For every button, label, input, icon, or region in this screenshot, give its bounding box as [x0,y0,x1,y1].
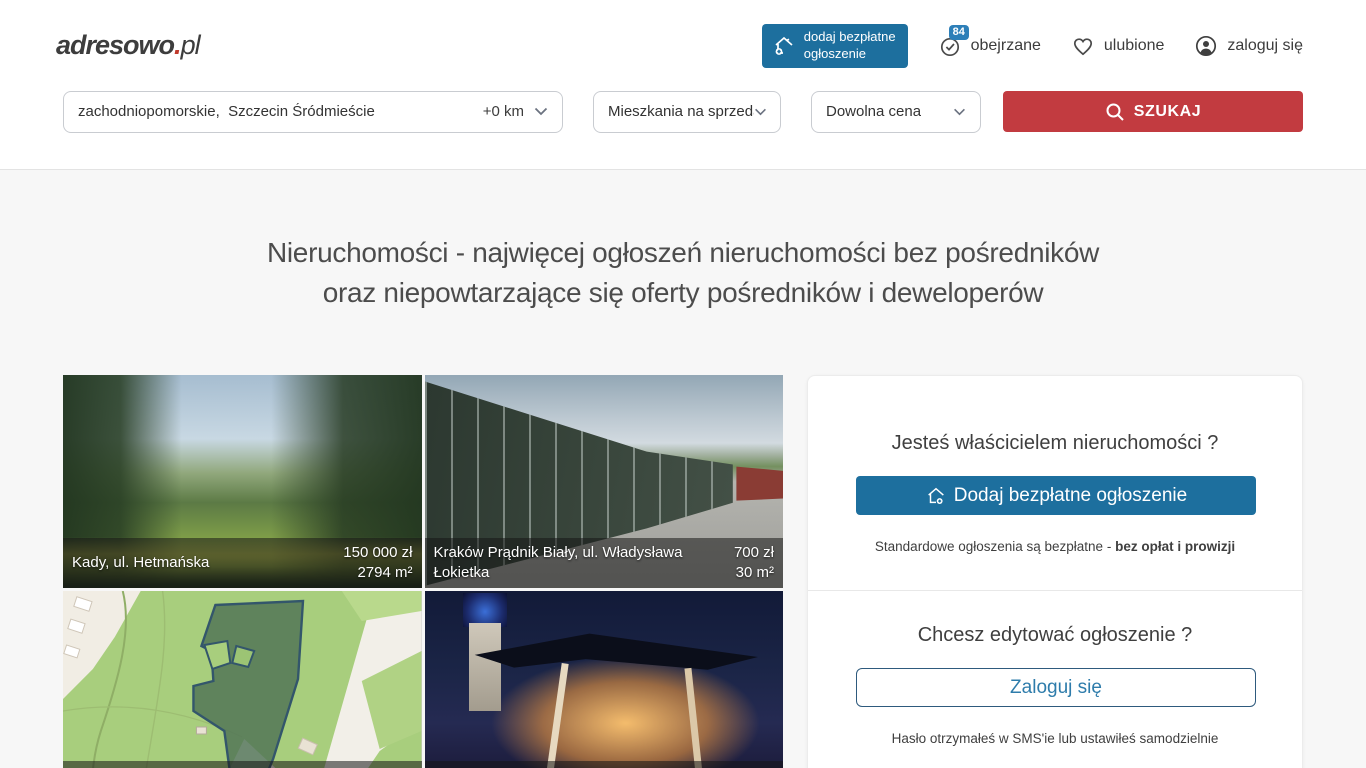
category-select[interactable]: Mieszkania na sprzeda [593,91,781,133]
listing-caption: Kady, ul. Hetmańska 150 000 zł 2794 m² [63,538,422,588]
add-free-listing-label: Dodaj bezpłatne ogłoszenie [954,485,1187,507]
owner-heading: Jesteś właścicielem nieruchomości ? [856,432,1254,455]
gazebo-lantern [463,593,507,627]
chevron-down-icon [754,108,766,116]
radius-value: +0 km [483,103,524,120]
content-row: Kady, ul. Hetmańska 150 000 zł 2794 m² K… [63,375,1303,768]
login-label: zaloguj się [1227,37,1303,55]
listing-price-area: 700 zł 30 m² [734,543,774,583]
search-icon [1105,102,1125,122]
owner-panel: Jesteś właścicielem nieruchomości ? Doda… [807,375,1303,768]
gazebo-post [546,663,568,768]
gazebo-post [684,668,702,768]
check-circle-icon: 84 [938,34,962,58]
add-free-listing-button[interactable]: Dodaj bezpłatne ogłoszenie [856,476,1256,515]
viewed-link[interactable]: 84 obejrzane [938,34,1041,58]
page-title-line2: oraz niepowtarzające się oferty pośredni… [0,273,1366,313]
favorites-label: ulubione [1104,37,1165,55]
add-listing-button[interactable]: dodaj bezpłatneogłoszenie [762,24,908,68]
chevron-down-icon [953,108,966,116]
listing-title: Kraków Prądnik Biały, ul. Władysława Łok… [434,543,734,583]
search-button[interactable]: SZUKAJ [1003,91,1303,132]
login-button-label: Zaloguj się [1010,677,1102,699]
edit-note: Hasło otrzymałeś w SMS'ie lub ustawiłeś … [856,731,1254,746]
listing-caption: Jurata, ul. ks. Hieronima 380 000 zł [425,761,784,768]
owner-section: Jesteś właścicielem nieruchomości ? Doda… [808,376,1302,554]
login-link[interactable]: zaloguj się [1194,34,1303,58]
listing-map [63,591,422,768]
price-value: Dowolna cena [826,103,921,120]
listing-card[interactable]: Kady, ul. Hetmańska 150 000 zł 2794 m² [63,375,422,588]
house-plus-icon [772,34,796,58]
user-icon [1194,34,1218,58]
login-button[interactable]: Zaloguj się [856,668,1256,707]
page-title-line1: Nieruchomości - najwięcej ogłoszeń nieru… [0,233,1366,273]
logo-tld: pl [181,30,200,60]
header-actions: dodaj bezpłatneogłoszenie 84 obejrzane [762,24,1303,68]
page-title: Nieruchomości - najwięcej ogłoszeń nieru… [0,233,1366,313]
location-value: zachodniopomorskie, Szczecin Śródmieście [78,103,483,120]
header-top-row: adresowo.pl dodaj bezpłatneogłoszenie [0,0,1366,68]
listing-price: 700 zł [734,543,774,563]
chevron-down-icon[interactable] [534,107,548,116]
viewed-count-badge: 84 [949,25,969,40]
favorites-link[interactable]: ulubione [1071,34,1165,58]
listing-card[interactable]: Nowe Jastrzębka 300 000 zł [63,591,422,768]
house-plus-icon [925,485,947,507]
viewed-label: obejrzane [971,37,1041,55]
category-value: Mieszkania na sprzeda [608,103,754,120]
owner-note: Standardowe ogłoszenia są bezpłatne - be… [856,539,1254,554]
edit-section: Chcesz edytować ogłoszenie ? Zaloguj się… [808,591,1302,746]
search-bar: zachodniopomorskie, Szczecin Śródmieście… [0,68,1366,133]
listing-area: 2794 m² [343,563,412,583]
listing-caption: Kraków Prądnik Biały, ul. Władysława Łok… [425,538,784,588]
listing-price-area: 150 000 zł 2794 m² [343,543,412,583]
listings-grid: Kady, ul. Hetmańska 150 000 zł 2794 m² K… [63,375,783,768]
listing-card[interactable]: Jurata, ul. ks. Hieronima 380 000 zł [425,591,784,768]
add-listing-label: dodaj bezpłatneogłoszenie [804,29,896,63]
gazebo-chimney [469,623,501,711]
listing-price: 150 000 zł [343,543,412,563]
listing-area: 30 m² [734,563,774,583]
search-button-label: SZUKAJ [1134,103,1202,121]
location-input[interactable]: zachodniopomorskie, Szczecin Śródmieście… [63,91,563,133]
site-logo[interactable]: adresowo.pl [56,30,200,61]
listing-card[interactable]: Kraków Prądnik Biały, ul. Władysława Łok… [425,375,784,588]
edit-heading: Chcesz edytować ogłoszenie ? [856,624,1254,647]
logo-name: adresowo [56,30,174,60]
price-select[interactable]: Dowolna cena [811,91,981,133]
site-header: adresowo.pl dodaj bezpłatneogłoszenie [0,0,1366,170]
heart-icon [1071,34,1095,58]
listing-caption: Nowe Jastrzębka 300 000 zł [63,761,422,768]
listing-photo-gazebo [425,591,784,768]
listing-title: Kady, ul. Hetmańska [72,553,343,573]
main-content: Nieruchomości - najwięcej ogłoszeń nieru… [0,233,1366,768]
